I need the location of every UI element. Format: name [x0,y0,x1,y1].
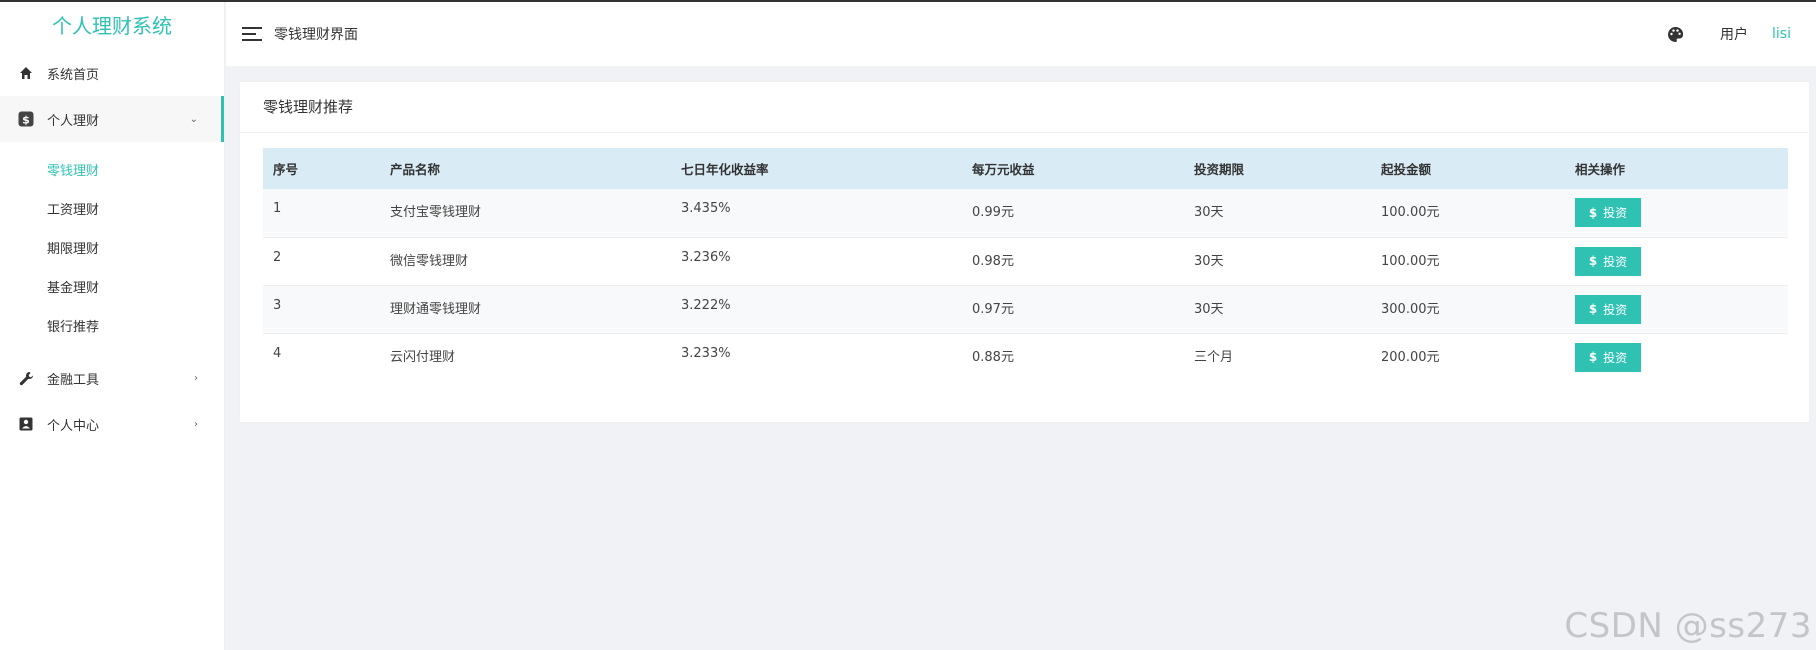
wrench-icon [18,370,34,386]
cell-product-name: 理财通零钱理财 [390,301,482,317]
dollar-icon: $ [18,111,34,127]
invest-button[interactable]: $ 投资 [1575,198,1641,227]
recommend-card: 零钱理财推荐 序号 产品名称 七日年化收益率 每万元收益 投资期限 起投金额 相… [239,81,1810,423]
chevron-right-icon: › [194,372,198,384]
user-label: 用户 [1720,27,1749,43]
page-title: 零钱理财界面 [274,27,358,43]
svg-text:$: $ [22,114,30,127]
cell-rate: 3.236% [681,249,731,265]
product-table: 序号 产品名称 七日年化收益率 每万元收益 投资期限 起投金额 相关操作 1 支… [263,148,1788,381]
cell-term: 30天 [1194,205,1224,220]
watermark: CSDN @ss273 [1564,606,1812,646]
cell-no: 2 [273,249,282,265]
submenu-item-salary-finance[interactable]: 工资理财 [0,191,224,230]
submenu-item-fund-finance[interactable]: 基金理财 [0,269,224,308]
cell-product-name: 支付宝零钱理财 [390,205,482,220]
dollar-sign-icon: $ [1588,254,1598,268]
cell-term: 三个月 [1194,349,1234,365]
invest-button-label: 投资 [1603,302,1628,317]
cell-no: 4 [273,345,282,361]
chevron-down-icon: ⌄ [189,113,198,125]
cell-per-wan: 0.98元 [972,253,1014,269]
cell-term: 30天 [1194,253,1224,269]
dollar-sign-icon: $ [1588,205,1598,220]
cell-product-name: 云闪付理财 [390,349,456,365]
card-title: 零钱理财推荐 [240,82,1809,133]
table-row: 4 云闪付理财 3.233% 0.88元 三个月 200.00元 $ 投资 [263,333,1788,381]
sidebar-item-label: 系统首页 [47,67,100,83]
submenu-personal-finance: 零钱理财 工资理财 期限理财 基金理财 银行推荐 [0,142,224,355]
cell-min-amount: 100.00元 [1381,205,1440,220]
table-header-row: 序号 产品名称 七日年化收益率 每万元收益 投资期限 起投金额 相关操作 [263,148,1788,189]
column-header: 相关操作 [1575,162,1626,177]
invest-button[interactable]: $ 投资 [1575,246,1641,276]
dollar-sign-icon: $ [1588,350,1598,364]
column-header: 七日年化收益率 [681,162,769,177]
cell-rate: 3.435% [681,201,731,216]
cell-rate: 3.233% [681,345,731,361]
invest-button[interactable]: $ 投资 [1575,342,1641,372]
table-row: 1 支付宝零钱理财 3.435% 0.99元 30天 100.00元 $ 投资 [263,189,1788,237]
cell-no: 1 [273,201,282,216]
column-header: 每万元收益 [972,162,1035,177]
invest-button-label: 投资 [1603,254,1628,269]
cell-action: $ 投资 [1565,237,1788,285]
cell-min-amount: 300.00元 [1381,301,1440,317]
sidebar-item-personal-center[interactable]: 个人中心 › [0,401,224,447]
header-right: 用户 lisi [1667,2,1791,66]
cell-action: $ 投资 [1565,285,1788,333]
submenu-item-term-finance[interactable]: 期限理财 [0,230,224,269]
dollar-sign-icon: $ [1588,302,1598,316]
cell-term: 30天 [1194,301,1224,317]
invest-button[interactable]: $ 投资 [1575,294,1641,324]
sidebar-item-finance-tools[interactable]: 金融工具 › [0,355,224,401]
table-row: 2 微信零钱理财 3.236% 0.98元 30天 100.00元 $ 投资 [263,237,1788,285]
cell-no: 3 [273,297,282,313]
top-header: 零钱理财界面 用户 lisi [226,2,1816,66]
column-header: 序号 [273,162,299,177]
chevron-right-icon: › [194,418,198,430]
sidebar-item-home[interactable]: 系统首页 [0,50,224,96]
cell-min-amount: 100.00元 [1381,253,1440,269]
menu-toggle-icon[interactable] [242,27,262,41]
palette-icon[interactable] [1667,26,1684,43]
contact-card-icon [18,416,34,432]
user-name-link[interactable]: lisi [1772,26,1791,42]
sidebar: 个人理财系统 系统首页 $ 个人理财 ⌄ 零钱理财 工资理财 期限理财 基金理财… [0,2,225,650]
cell-product-name: 微信零钱理财 [390,253,469,269]
sidebar-item-label: 金融工具 [47,372,100,388]
cell-action: $ 投资 [1565,189,1788,237]
table-row: 3 理财通零钱理财 3.222% 0.97元 30天 300.00元 $ 投资 [263,285,1788,333]
cell-per-wan: 0.97元 [972,301,1014,317]
invest-button-label: 投资 [1603,350,1628,365]
cell-rate: 3.222% [681,297,731,313]
column-header: 起投金额 [1381,162,1432,177]
cell-per-wan: 0.88元 [972,349,1014,365]
cell-per-wan: 0.99元 [972,205,1014,220]
cell-action: $ 投资 [1565,333,1788,381]
submenu-item-bank-recommend[interactable]: 银行推荐 [0,308,224,347]
app-brand: 个人理财系统 [52,14,172,38]
home-icon [18,65,34,81]
sidebar-item-label: 个人理财 [47,113,100,129]
column-header: 投资期限 [1194,162,1245,177]
sidebar-item-personal-finance[interactable]: $ 个人理财 ⌄ [0,96,224,142]
cell-min-amount: 200.00元 [1381,349,1440,365]
submenu-item-change-finance[interactable]: 零钱理财 [0,152,224,191]
column-header: 产品名称 [390,162,441,177]
sidebar-item-label: 个人中心 [47,418,100,434]
invest-button-label: 投资 [1603,206,1628,220]
